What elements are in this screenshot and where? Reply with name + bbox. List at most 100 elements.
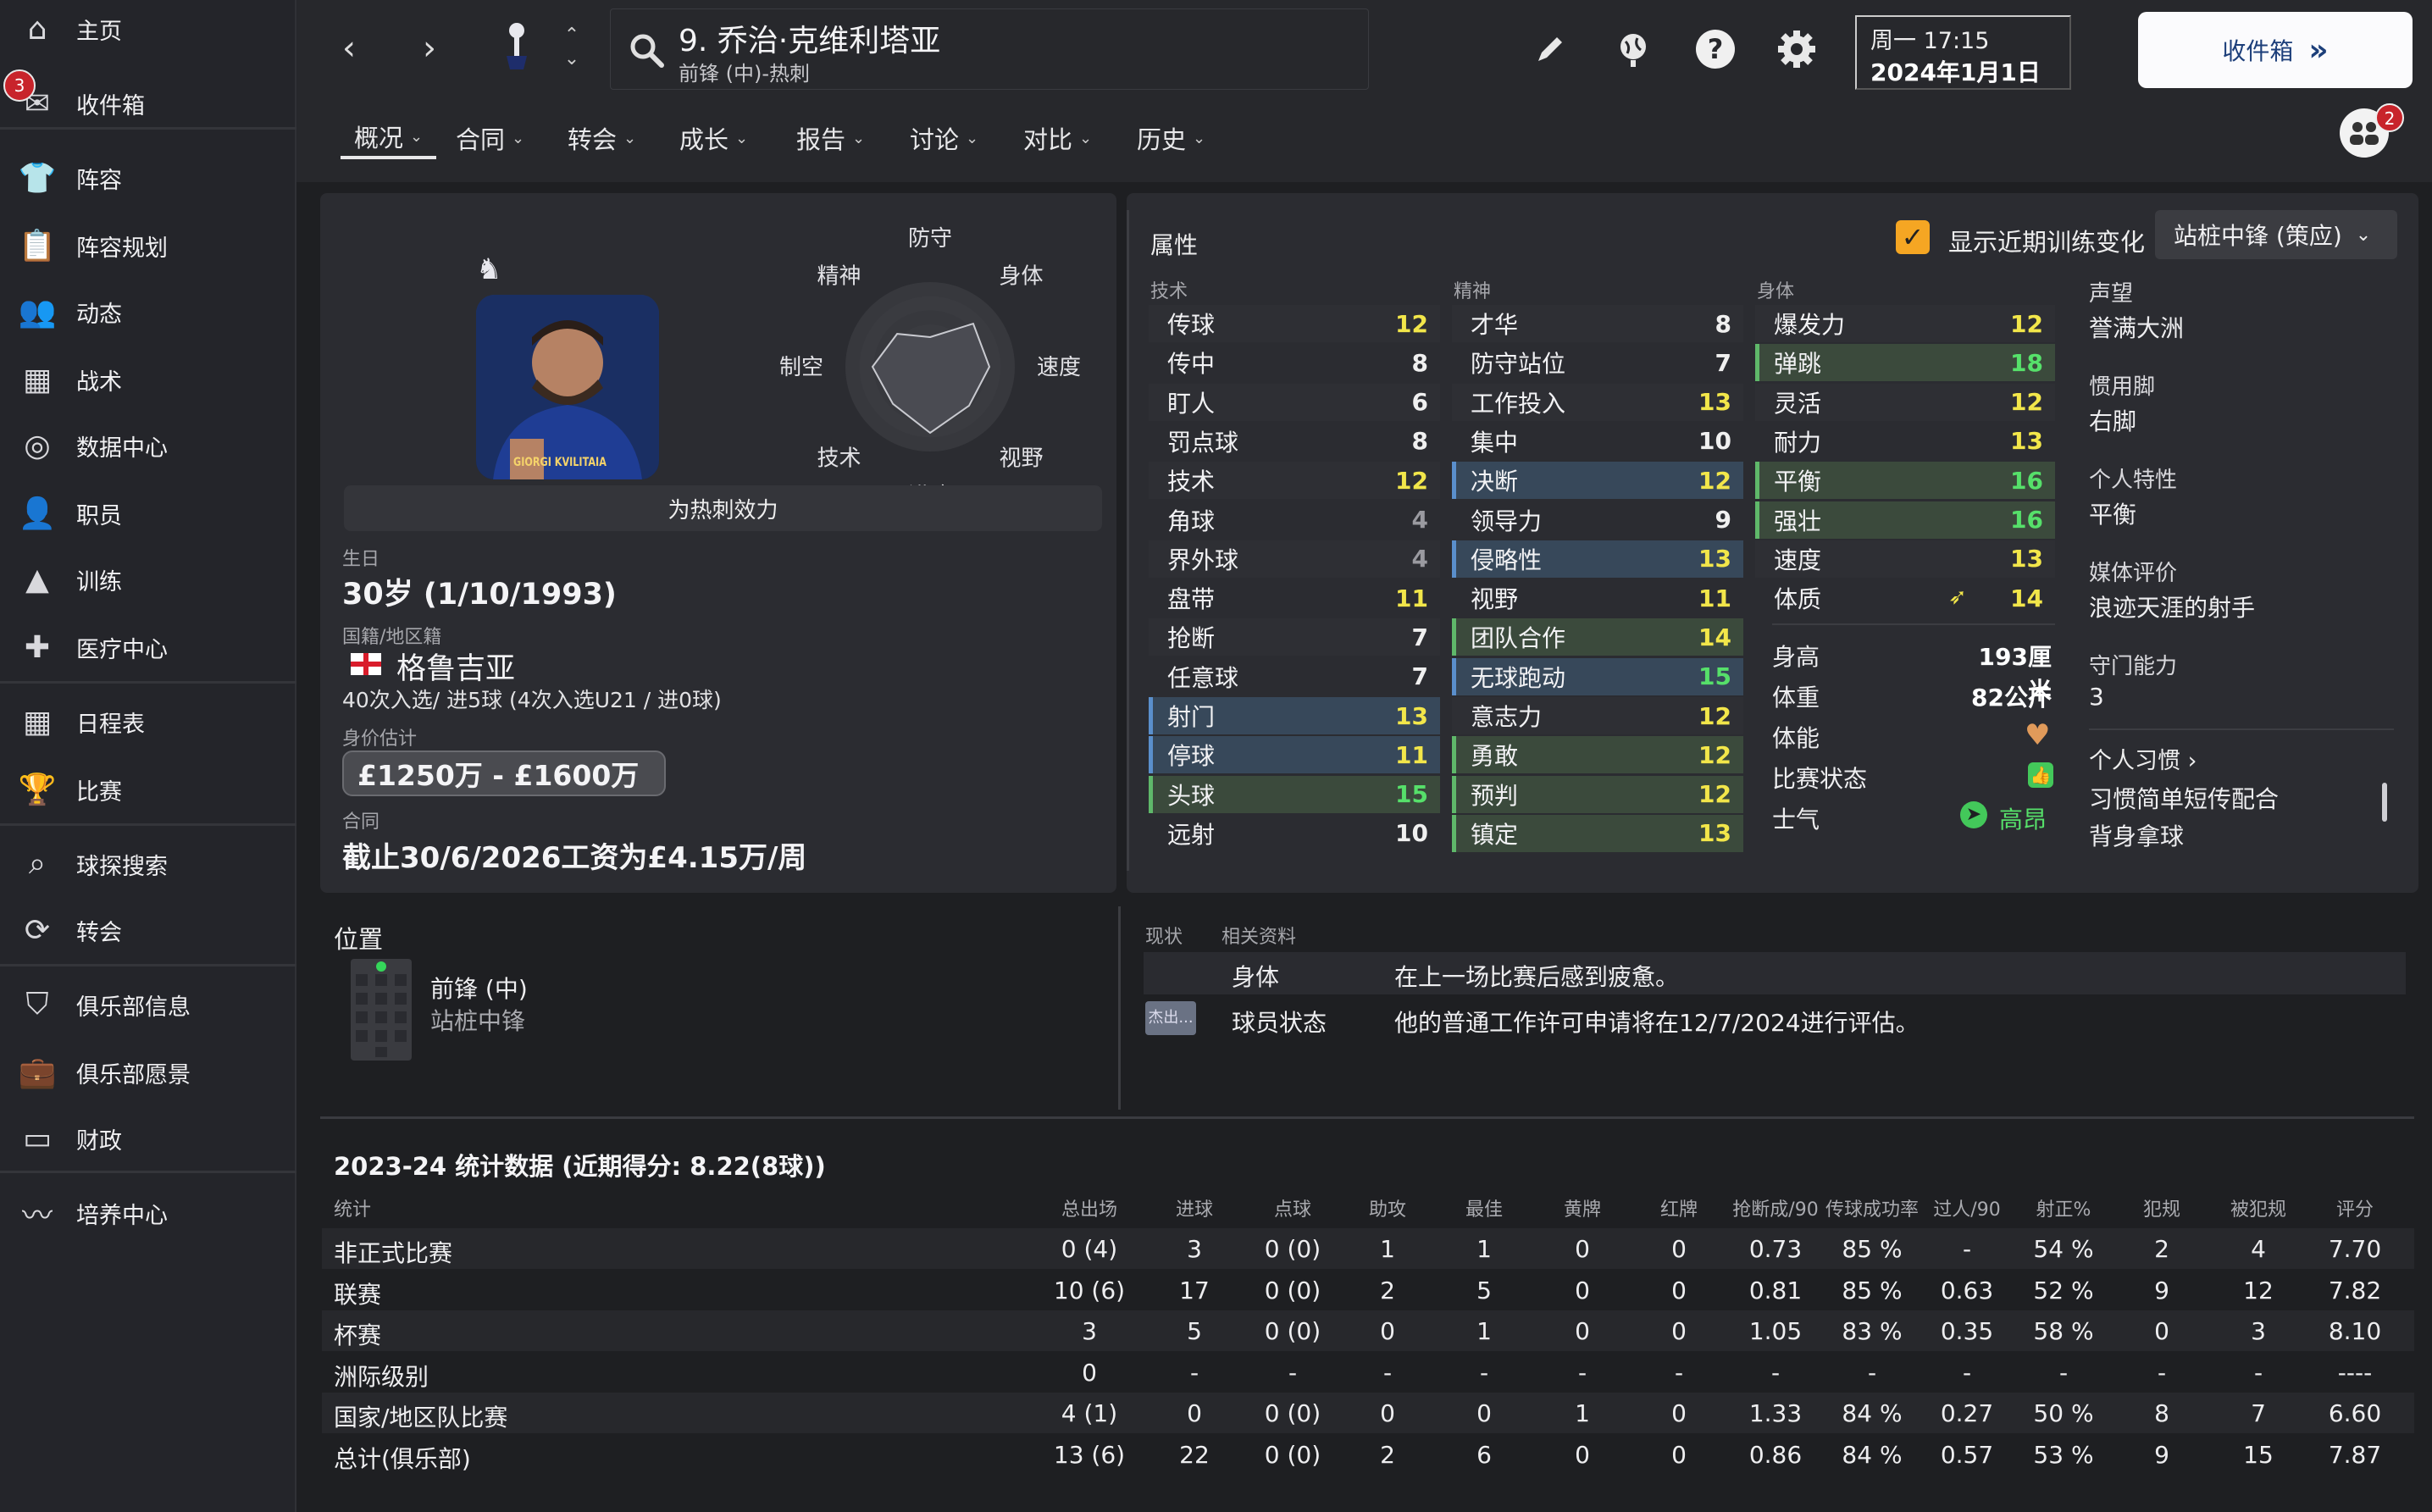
tab-item[interactable]: 对比 ⌄ [1023, 117, 1092, 159]
attribute-name: 视野 [1471, 585, 1519, 614]
tab-label: 讨论 [910, 125, 960, 154]
sidebar-item[interactable]: ✚ 医疗中心 [0, 620, 296, 674]
role-select[interactable]: 站桩中锋 (策应) ⌄ [2155, 210, 2397, 259]
stats-column-header[interactable]: 总出场 [1030, 1194, 1149, 1221]
sidebar-item[interactable]: ▲ 训练 [0, 552, 296, 606]
attribute-row[interactable]: 灵活 12 [1755, 383, 2055, 421]
sidebar-item[interactable]: 📋 阵容规划 [0, 219, 296, 273]
habits-scrollbar[interactable] [2382, 783, 2387, 822]
club-switch-icon[interactable]: ⌃ ⌄ [559, 24, 584, 75]
tab-item[interactable]: 讨论 ⌄ [910, 117, 978, 159]
status-chip[interactable]: 杰出... [1145, 1001, 1196, 1035]
sidebar-item[interactable]: 〰培养中心 [0, 1186, 296, 1240]
attribute-row[interactable]: 决断 12 [1452, 462, 1743, 500]
height-label: 身高 [1772, 643, 1820, 671]
help-icon[interactable]: ? [1696, 30, 1735, 69]
attribute-name: 传球 [1167, 311, 1216, 339]
attribute-row[interactable]: 抢断 7 [1149, 618, 1440, 656]
sidebar-item[interactable]: ⌂ 主页 [0, 2, 296, 56]
stats-cell: 8.10 [2328, 1317, 2382, 1345]
sidebar-item[interactable]: ⟳ 转会 [0, 903, 296, 957]
attribute-row[interactable]: 强壮 16 [1755, 501, 2055, 539]
attribute-row[interactable]: 团队合作 14 [1452, 618, 1743, 656]
sidebar-item[interactable]: 💼 俱乐部愿景 [0, 1045, 296, 1099]
player-search-box[interactable]: 9. 乔治·克维利塔亚 前锋 (中)-热刺 [610, 8, 1369, 90]
sidebar-item[interactable]: ◎ 数据中心 [0, 418, 296, 473]
attribute-row[interactable]: 速度 13 [1755, 540, 2055, 578]
forward-button[interactable]: › [411, 30, 448, 67]
attribute-row[interactable]: 无球跑动 15 [1452, 657, 1743, 695]
attribute-row[interactable]: 才华 8 [1452, 305, 1743, 342]
attribute-row[interactable]: 体质 14 [1755, 579, 2055, 617]
sidebar-item[interactable]: 👤 职员 [0, 486, 296, 540]
attribute-row[interactable]: 技术 12 [1149, 462, 1440, 500]
sidebar-item[interactable]: ⌕ 球探搜索 [0, 837, 296, 891]
tab-item[interactable]: 成长 ⌄ [679, 117, 748, 159]
tab-current-status[interactable]: 现状 [1145, 922, 1183, 949]
attribute-row[interactable]: 防守站位 7 [1452, 344, 1743, 381]
preferred-foot-label: 惯用脚 [2089, 374, 2156, 400]
traits-divider [2089, 728, 2394, 730]
attribute-row[interactable]: 远射 10 [1149, 815, 1440, 852]
attribute-row[interactable]: 集中 10 [1452, 423, 1743, 460]
chevron-down-icon: ⌄ [410, 127, 424, 146]
value-range-pill[interactable]: £1250万 - £1600万 [342, 750, 666, 796]
tab-item[interactable]: 报告 ⌄ [796, 117, 865, 159]
attribute-row[interactable]: 任意球 7 [1149, 658, 1440, 695]
attribute-row[interactable]: 弹跳 18 [1755, 344, 2055, 382]
habits-link[interactable]: 个人习惯 › [2089, 742, 2197, 775]
tab-item[interactable]: 合同 ⌄ [456, 117, 524, 159]
attribute-row[interactable]: 爆发力 12 [1755, 305, 2055, 342]
training-cone-icon: ▲ [25, 562, 49, 597]
club-crest-icon[interactable] [500, 19, 534, 78]
edit-pencil-icon[interactable] [1533, 32, 1567, 66]
attribute-row[interactable]: 工作投入 13 [1452, 383, 1743, 421]
sidebar-item-label: 动态 [76, 301, 122, 328]
sidebar-item[interactable]: ▦ 日程表 [0, 695, 296, 749]
inbox-continue-button[interactable]: 收件箱 » [2138, 12, 2413, 88]
sidebar-item[interactable]: 👥 动态 [0, 285, 296, 339]
attribute-row[interactable]: 传中 8 [1149, 344, 1440, 381]
show-training-label[interactable]: 显示近期训练变化 [1948, 223, 2145, 258]
settings-gear-icon[interactable] [1776, 28, 1818, 70]
stats-column-header[interactable]: 统计 [334, 1194, 371, 1221]
stats-cell: 6.60 [2328, 1399, 2382, 1427]
sidebar-item[interactable]: ✉ 收件箱 [0, 76, 296, 130]
attribute-row[interactable]: 盘带 11 [1149, 579, 1440, 617]
attribute-row[interactable]: 勇敢 12 [1452, 736, 1743, 774]
attribute-row[interactable]: 预判 12 [1452, 775, 1743, 813]
sidebar-item[interactable]: 👕 阵容 [0, 151, 296, 205]
attribute-row[interactable]: 盯人 6 [1149, 383, 1440, 421]
attribute-row[interactable]: 停球 11 [1149, 736, 1440, 774]
tab-item[interactable]: 转会 ⌄ [568, 117, 636, 159]
attribute-row[interactable]: 角球 4 [1149, 501, 1440, 539]
tab-item[interactable]: 历史 ⌄ [1137, 117, 1205, 159]
sidebar-item[interactable]: ▭ 财政 [0, 1111, 296, 1166]
attribute-row[interactable]: 射门 13 [1149, 697, 1440, 734]
sidebar-separator [0, 681, 296, 684]
clipboard-icon: 📋 [18, 229, 57, 263]
stats-column-header[interactable]: 评分 [2296, 1194, 2414, 1221]
sidebar-item[interactable]: ⛉ 俱乐部信息 [0, 978, 296, 1032]
show-training-checkbox[interactable]: ✓ [1896, 220, 1930, 254]
attribute-row[interactable]: 意志力 12 [1452, 697, 1743, 734]
attribute-row[interactable]: 平衡 16 [1755, 462, 2055, 500]
attribute-value: 10 [1698, 427, 1731, 456]
attribute-row[interactable]: 领导力 9 [1452, 501, 1743, 539]
sidebar-item[interactable]: ▦ 战术 [0, 352, 296, 407]
attribute-row[interactable]: 罚点球 8 [1149, 423, 1440, 460]
stats-cell: 10 (6) [1053, 1276, 1126, 1304]
attribute-row[interactable]: 耐力 13 [1755, 423, 2055, 460]
attribute-row[interactable]: 传球 12 [1149, 305, 1440, 342]
attribute-row[interactable]: 界外球 4 [1149, 540, 1440, 578]
attribute-row[interactable]: 侵略性 13 [1452, 540, 1743, 578]
sidebar-item[interactable]: 🏆 比赛 [0, 762, 296, 817]
globe-icon[interactable] [1614, 30, 1653, 69]
attribute-row[interactable]: 镇定 13 [1452, 814, 1743, 852]
tab-related-info[interactable]: 相关资料 [1222, 922, 1296, 949]
tab-item[interactable]: 概况 ⌄ [341, 117, 437, 159]
back-button[interactable]: ‹ [330, 30, 368, 67]
date-time-box[interactable]: 周一 17:15 2024年1月1日 [1855, 15, 2071, 90]
attribute-row[interactable]: 视野 11 [1452, 579, 1743, 617]
attribute-row[interactable]: 头球 15 [1149, 775, 1440, 813]
